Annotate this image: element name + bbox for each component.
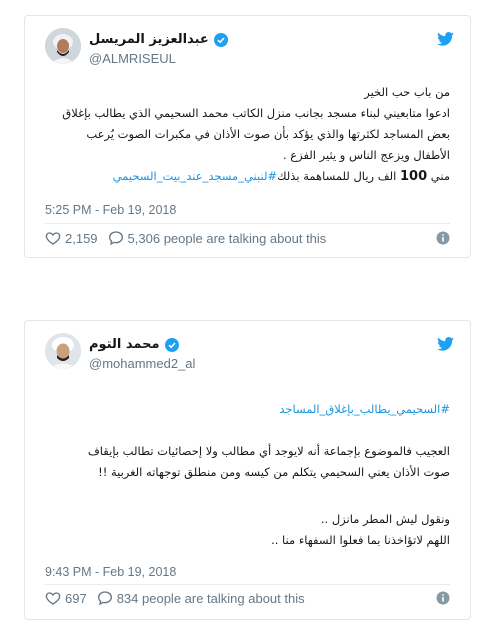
divider <box>45 584 450 585</box>
conversation-link[interactable]: 834 people are talking about this <box>97 590 305 606</box>
twitter-bird-icon[interactable] <box>437 337 454 351</box>
tweet-line: من باب حب الخير <box>364 85 450 99</box>
tweet-actions: 2,159 5,306 people are talking about thi… <box>45 228 450 248</box>
tweet-line: صوت الأذان يعني السحيمي يتكلم من كيسه وم… <box>98 465 450 479</box>
tweet-line: ادعوا متابعيني لبناء مسجد بجانب منزل الك… <box>62 106 450 120</box>
tweet-timestamp[interactable]: 5:25 PM - Feb 19, 2018 <box>45 203 176 217</box>
author-name[interactable]: محمد التوم <box>89 337 160 352</box>
tweet-line: الأطفال ويزعج الناس و يثير الفزع . <box>282 148 450 162</box>
verified-badge-icon <box>213 32 228 47</box>
tweet-text: ونقول ليش المطر مانزل .. اللهم لاتؤاخذنا… <box>45 509 450 551</box>
heart-icon <box>45 592 61 605</box>
tweet-line: اللهم لاتؤاخذنا بما فعلوا السفهاء منا .. <box>271 533 450 547</box>
amount-number: 100 <box>399 169 428 184</box>
twitter-bird-icon[interactable] <box>437 32 454 46</box>
author-handle[interactable]: @mohammed2_al <box>89 356 195 371</box>
divider <box>45 223 450 224</box>
tweet-line: بعض المساجد لكثرتها والذي يؤكد بأن صوت ا… <box>86 127 450 141</box>
avatar[interactable] <box>45 28 81 64</box>
conversation-link[interactable]: 5,306 people are talking about this <box>108 230 327 246</box>
like-count: 697 <box>65 590 87 606</box>
like-count: 2,159 <box>65 230 98 246</box>
line-prefix: مني <box>430 169 450 183</box>
tweet-line: العجيب فالموضوع بإجماعة أنه لايوجد أي مط… <box>87 444 450 458</box>
tweet-hashtag-line: #السحيمي_يطالب_بإغلاق_المساجد <box>45 399 450 420</box>
like-button[interactable]: 697 <box>45 590 87 606</box>
hashtag-link[interactable]: #السحيمي_يطالب_بإغلاق_المساجد <box>45 399 450 420</box>
info-icon[interactable] <box>436 231 450 245</box>
author-name[interactable]: عبدالعزيز المريسل <box>89 32 209 47</box>
tweet-card[interactable]: عبدالعزيز المريسل @ALMRISEUL من باب حب ا… <box>24 15 471 258</box>
tweet-line: مني 100 الف ريال للمساهمة بذلك#لنبني_مسج… <box>45 166 450 187</box>
tweet-text: العجيب فالموضوع بإجماعة أنه لايوجد أي مط… <box>45 441 450 483</box>
author-handle[interactable]: @ALMRISEUL <box>89 51 176 66</box>
tweet-line: ونقول ليش المطر مانزل .. <box>320 512 450 526</box>
talking-count: 5,306 people are talking about this <box>127 230 327 246</box>
info-icon[interactable] <box>436 591 450 605</box>
speech-bubble-icon <box>108 231 123 246</box>
avatar[interactable] <box>45 333 81 369</box>
line-middle: الف ريال للمساهمة بذلك <box>277 169 397 183</box>
talking-count: 834 people are talking about this <box>116 590 305 606</box>
tweet-text: من باب حب الخير ادعوا متابعيني لبناء مسج… <box>45 82 450 187</box>
heart-icon <box>45 232 61 245</box>
speech-bubble-icon <box>97 591 112 606</box>
author-name-row[interactable]: محمد التوم <box>89 337 179 352</box>
tweet-timestamp[interactable]: 9:43 PM - Feb 19, 2018 <box>45 565 176 579</box>
hashtag-link[interactable]: #لنبني_مسجد_عند_بيت_السحيمي <box>113 169 277 183</box>
verified-badge-icon <box>164 337 179 352</box>
tweet-actions: 697 834 people are talking about this <box>45 588 450 608</box>
tweet-card[interactable]: محمد التوم @mohammed2_al #السحيمي_يطالب_… <box>24 320 471 620</box>
like-button[interactable]: 2,159 <box>45 230 98 246</box>
author-name-row[interactable]: عبدالعزيز المريسل <box>89 32 228 47</box>
